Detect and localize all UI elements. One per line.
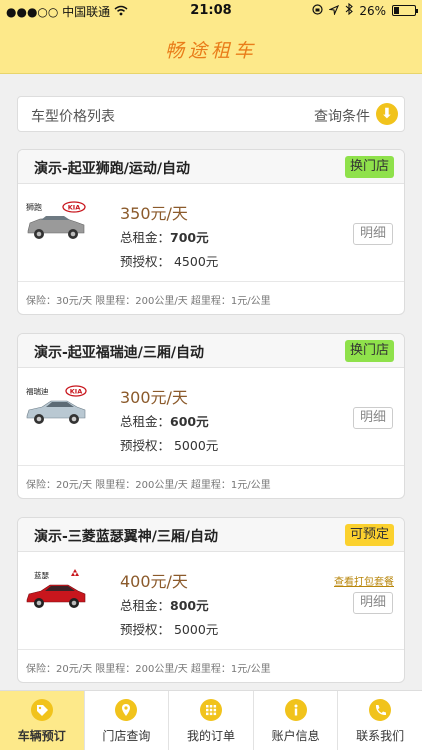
bluetooth-icon [345,2,354,18]
car-card-header: 演示-起亚福瑞迪/三厢/自动 换门店 [18,334,404,368]
bottom-tab-bar: 车辆预订 门店查询 我的订单 账户信息 联系我们 [0,690,422,750]
car-terms: 保险：20元/天 限里程：200公里/天 超里程：1元/公里 [18,649,404,682]
app-header: 畅途租车 [0,22,422,74]
detail-button[interactable]: 明细 [353,407,393,429]
page-title: 畅途租车 [164,40,257,62]
phone-icon [369,699,392,721]
car-model-logo: 福瑞迪 [26,386,49,396]
location-arrow-icon [328,4,340,18]
total-rent: 总租金：800元 [120,595,209,614]
daily-price: 350元/天 [120,204,188,223]
tab-label: 车辆预订 [17,729,66,743]
kia-logo: KIA [70,388,83,396]
daily-price: 400元/天 [120,572,188,591]
total-rent-value: 600元 [170,414,209,429]
battery-level-fill [394,7,400,14]
battery-percent: 26% [359,3,386,18]
change-store-button[interactable]: 换门店 [344,156,394,178]
location-icon [115,699,138,721]
car-card-header: 演示-三菱蓝瑟翼神/三厢/自动 可预定 [18,518,404,552]
info-icon [284,699,307,721]
total-rent-value: 800元 [170,598,209,613]
tab-label: 我的订单 [186,729,235,743]
total-rent-value: 700元 [170,230,209,245]
view-package-link[interactable]: 查看打包套餐 [334,573,394,588]
daily-price: 300元/天 [120,388,188,407]
total-rent: 总租金：700元 [120,227,209,246]
pre-authorization: 预授权： 5000元 [120,622,219,637]
car-model-logo: 狮跑 [26,203,42,212]
lock-rotation-icon [312,3,323,18]
car-title: 演示-起亚福瑞迪/三厢/自动 [34,345,205,361]
total-rent-label: 总租金： [120,598,171,613]
tab-store-search[interactable]: 门店查询 [85,691,170,750]
arrow-down-icon[interactable]: ⬇ [376,103,398,125]
filter-bar[interactable]: 车型价格列表 查询条件 ⬇ [17,96,405,132]
pre-authorization: 预授权： 4500元 [120,254,219,269]
tab-label: 联系我们 [356,729,405,743]
status-right: 26% [312,2,418,18]
list-title: 车型价格列表 [31,109,115,125]
tab-vehicle-booking[interactable]: 车辆预订 [0,691,85,750]
total-rent-label: 总租金： [120,414,171,429]
pre-authorization: 预授权： 5000元 [120,438,219,453]
tag-icon [30,699,53,721]
tab-account-info[interactable]: 账户信息 [254,691,339,750]
bookable-badge[interactable]: 可预定 [344,524,394,546]
car-card: 演示-起亚狮跑/运动/自动 换门店 狮跑 KIA 350元/天 总租金：700元… [17,149,405,315]
tab-label: 门店查询 [102,729,151,743]
car-image: 狮跑 KIA [26,201,86,239]
car-terms: 保险：20元/天 限里程：200公里/天 超里程：1元/公里 [18,465,404,498]
kia-logo: KIA [68,204,81,212]
total-rent: 总租金：600元 [120,411,209,430]
car-card: 演示-起亚福瑞迪/三厢/自动 换门店 福瑞迪 KIA 300元/天 总租金：60… [17,333,405,499]
tab-label: 账户信息 [271,729,320,743]
tab-contact-us[interactable]: 联系我们 [338,691,422,750]
car-image: 福瑞迪 KIA [26,385,87,424]
change-store-button[interactable]: 换门店 [344,340,394,362]
car-card: 演示-三菱蓝瑟翼神/三厢/自动 可预定 蓝瑟 400元/天 总租金：800元 预… [17,517,405,683]
car-terms: 保险：30元/天 限里程：200公里/天 超里程：1元/公里 [18,281,404,314]
car-card-header: 演示-起亚狮跑/运动/自动 换门店 [18,150,404,184]
grid-icon [199,699,222,721]
detail-button[interactable]: 明细 [353,592,393,614]
battery-icon [392,5,418,16]
car-image: 蓝瑟 [26,569,86,608]
tab-my-orders[interactable]: 我的订单 [169,691,254,750]
car-title: 演示-三菱蓝瑟翼神/三厢/自动 [34,529,219,545]
mitsubishi-logo-icon [71,569,79,576]
car-model-logo: 蓝瑟 [34,570,49,580]
total-rent-label: 总租金： [120,230,171,245]
query-conditions-button[interactable]: 查询条件 [314,106,370,126]
status-bar: ●●●○○ 中国联通 21:08 26% [0,0,422,22]
car-title: 演示-起亚狮跑/运动/自动 [34,161,191,177]
detail-button[interactable]: 明细 [353,223,393,245]
